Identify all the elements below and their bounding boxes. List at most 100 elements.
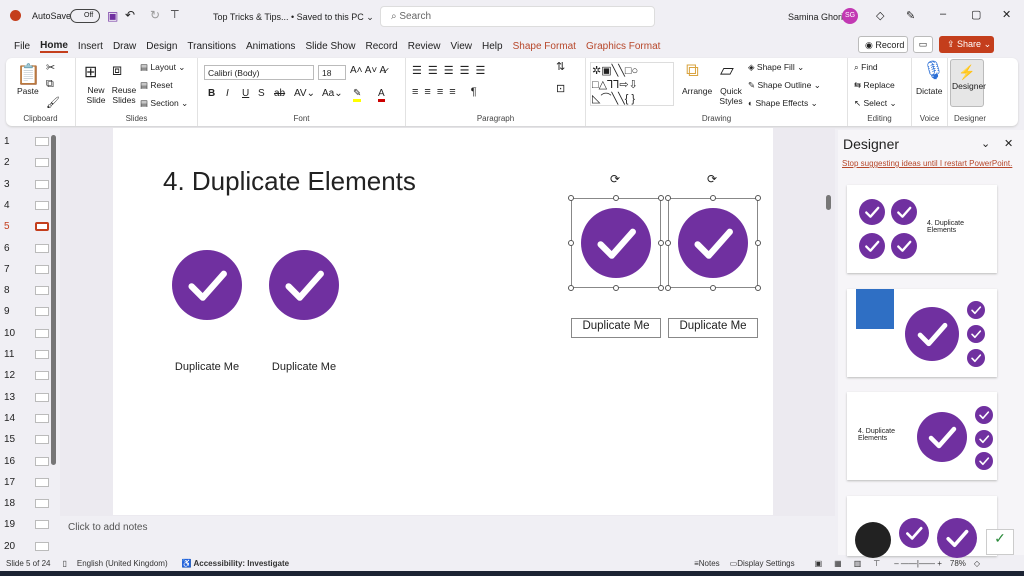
caption-text[interactable]: Duplicate Me <box>162 361 252 373</box>
display-settings-button[interactable]: ▭Display Settings <box>730 559 795 568</box>
selection-box[interactable] <box>668 318 758 338</box>
shape-fill-button[interactable]: ◈ Shape Fill ⌄ <box>748 62 804 73</box>
slide-thumbnail[interactable]: 19 <box>4 519 49 530</box>
design-idea-4[interactable] <box>847 496 997 558</box>
new-slide-button[interactable]: New Slide <box>82 85 110 105</box>
avatar[interactable]: SG <box>842 8 858 24</box>
dictate-button[interactable]: Dictate <box>916 86 942 96</box>
replace-button[interactable]: ⇆ Replace <box>854 80 895 91</box>
slide-thumbnail[interactable]: 7 <box>4 264 49 275</box>
resize-handle[interactable] <box>658 240 664 246</box>
redo-icon[interactable]: ↻ <box>150 8 160 22</box>
rotate-handle-icon[interactable]: ⟳ <box>610 172 620 186</box>
view-buttons[interactable]: ▣▦▥⊤ <box>815 559 893 568</box>
autosave-toggle[interactable]: Off <box>70 9 100 23</box>
language-status[interactable]: English (United Kingdom) <box>77 559 168 568</box>
select-button[interactable]: ↖ Select ⌄ <box>854 98 897 109</box>
zoom-level[interactable]: 78% <box>950 559 966 568</box>
tab-transitions[interactable]: Transitions <box>187 41 236 52</box>
resize-handle[interactable] <box>665 285 671 291</box>
align-text-icon[interactable]: ⊡ <box>556 82 565 95</box>
pen-icon[interactable]: ✎ <box>906 9 915 22</box>
checkmark-circle-icon[interactable] <box>269 250 339 320</box>
tab-slide-show[interactable]: Slide Show <box>305 41 355 52</box>
font-name-select[interactable]: Calibri (Body) <box>204 65 314 80</box>
checkmark-circle-icon[interactable] <box>172 250 242 320</box>
design-idea-1[interactable]: 4. Duplicate Elements <box>847 185 997 273</box>
reuse-slides-icon[interactable]: ⧈ <box>112 62 122 80</box>
resize-handle[interactable] <box>613 285 619 291</box>
change-case-icon[interactable]: Aa⌄ <box>322 88 343 99</box>
shape-effects-button[interactable]: ◐ Shape Effects ⌄ <box>748 98 818 109</box>
selection-box[interactable] <box>571 198 661 288</box>
resize-handle[interactable] <box>658 195 664 201</box>
tab-design[interactable]: Design <box>146 41 177 52</box>
grow-font-icon[interactable]: A˄ A˅ A̷ <box>350 65 386 76</box>
chevron-down-icon[interactable]: ⌄ <box>981 137 990 150</box>
section-button[interactable]: ▤ Section ⌄ <box>140 98 188 109</box>
arrange-icon[interactable]: ⧉ <box>686 60 699 81</box>
designer-accept-icon[interactable]: ✓ <box>986 529 1014 555</box>
resize-handle[interactable] <box>613 195 619 201</box>
slide[interactable]: 4. Duplicate Elements Duplicate Me Duplic… <box>113 128 773 515</box>
paste-icon[interactable]: 📋 <box>16 62 41 87</box>
reuse-slides-button[interactable]: Reuse Slides <box>110 85 138 105</box>
tab-shape-format[interactable]: Shape Format <box>513 41 576 52</box>
shadow-icon[interactable]: S <box>258 88 265 99</box>
tab-review[interactable]: Review <box>408 41 441 52</box>
new-slide-icon[interactable]: ⊞ <box>84 62 97 82</box>
align-icons[interactable]: ≡≡≡≡ ¶ <box>412 86 483 98</box>
rotate-handle-icon[interactable]: ⟳ <box>707 172 717 186</box>
stop-suggesting-link[interactable]: Stop suggesting ideas until I restart Po… <box>842 159 1012 168</box>
save-icon[interactable]: ▣ <box>107 9 118 23</box>
resize-handle[interactable] <box>665 195 671 201</box>
diamond-icon[interactable]: ◇ <box>876 9 884 22</box>
resize-handle[interactable] <box>568 285 574 291</box>
resize-handle[interactable] <box>568 240 574 246</box>
arrange-button[interactable]: Arrange <box>682 86 712 96</box>
slide-thumbnail[interactable]: 13 <box>4 392 49 403</box>
tab-record[interactable]: Record <box>365 41 397 52</box>
layout-button[interactable]: ▤ Layout ⌄ <box>140 62 185 73</box>
slide-thumbnail[interactable]: 20 <box>4 541 49 552</box>
selection-box[interactable] <box>571 318 661 338</box>
tab-graphics-format[interactable]: Graphics Format <box>586 41 660 52</box>
zoom-slider[interactable]: – ——|—— + <box>894 559 942 568</box>
slide-thumbnail[interactable]: 4 <box>4 200 49 211</box>
font-size-select[interactable]: 18 <box>318 65 346 80</box>
slide-thumbnail[interactable]: 16 <box>4 456 49 467</box>
slide-thumbnail[interactable]: 2 <box>4 157 49 168</box>
tab-view[interactable]: View <box>451 41 473 52</box>
list-icons[interactable]: ☰☰☰☰☰ <box>412 64 491 77</box>
accessibility-status[interactable]: ♿ Accessibility: Investigate <box>182 559 289 568</box>
resize-handle[interactable] <box>755 240 761 246</box>
search-input[interactable]: ⌕ Search <box>380 6 655 27</box>
resize-handle[interactable] <box>665 240 671 246</box>
close-button[interactable]: ✕ <box>1002 8 1011 21</box>
minimize-button[interactable]: – <box>940 8 946 20</box>
thumbnail-scrollbar[interactable] <box>51 135 56 465</box>
share-button[interactable]: ⇪ Share ⌄ <box>939 36 994 53</box>
tab-home[interactable]: Home <box>40 40 68 53</box>
strikethrough-icon[interactable]: ab <box>274 88 285 99</box>
notes-pane[interactable]: Click to add notes <box>60 516 835 540</box>
slide-thumbnail[interactable]: 18 <box>4 498 49 509</box>
font-color-icon[interactable]: A <box>378 88 385 102</box>
underline-icon[interactable]: U <box>242 88 249 99</box>
slide-thumbnail[interactable]: 11 <box>4 349 49 360</box>
tab-draw[interactable]: Draw <box>113 41 136 52</box>
notes-button[interactable]: ≡Notes <box>694 559 720 568</box>
shape-outline-button[interactable]: ✎ Shape Outline ⌄ <box>748 80 821 91</box>
slide-thumbnail[interactable]: 8 <box>4 285 49 296</box>
slide-thumbnail[interactable]: 5 <box>4 221 49 232</box>
highlight-icon[interactable]: ✎ <box>353 88 362 102</box>
quick-styles-button[interactable]: Quick Styles <box>716 86 746 106</box>
document-title[interactable]: Top Tricks & Tips... • Saved to this PC … <box>213 12 374 23</box>
designer-button[interactable]: ⚡ Designer <box>950 59 986 107</box>
paste-button[interactable]: Paste <box>17 86 39 96</box>
design-idea-2[interactable] <box>847 289 997 377</box>
design-idea-3[interactable]: 4. Duplicate Elements <box>847 392 997 480</box>
slide-thumbnail[interactable]: 1 <box>4 136 49 147</box>
slide-title[interactable]: 4. Duplicate Elements <box>163 166 416 197</box>
slide-scrollbar[interactable] <box>826 195 831 210</box>
